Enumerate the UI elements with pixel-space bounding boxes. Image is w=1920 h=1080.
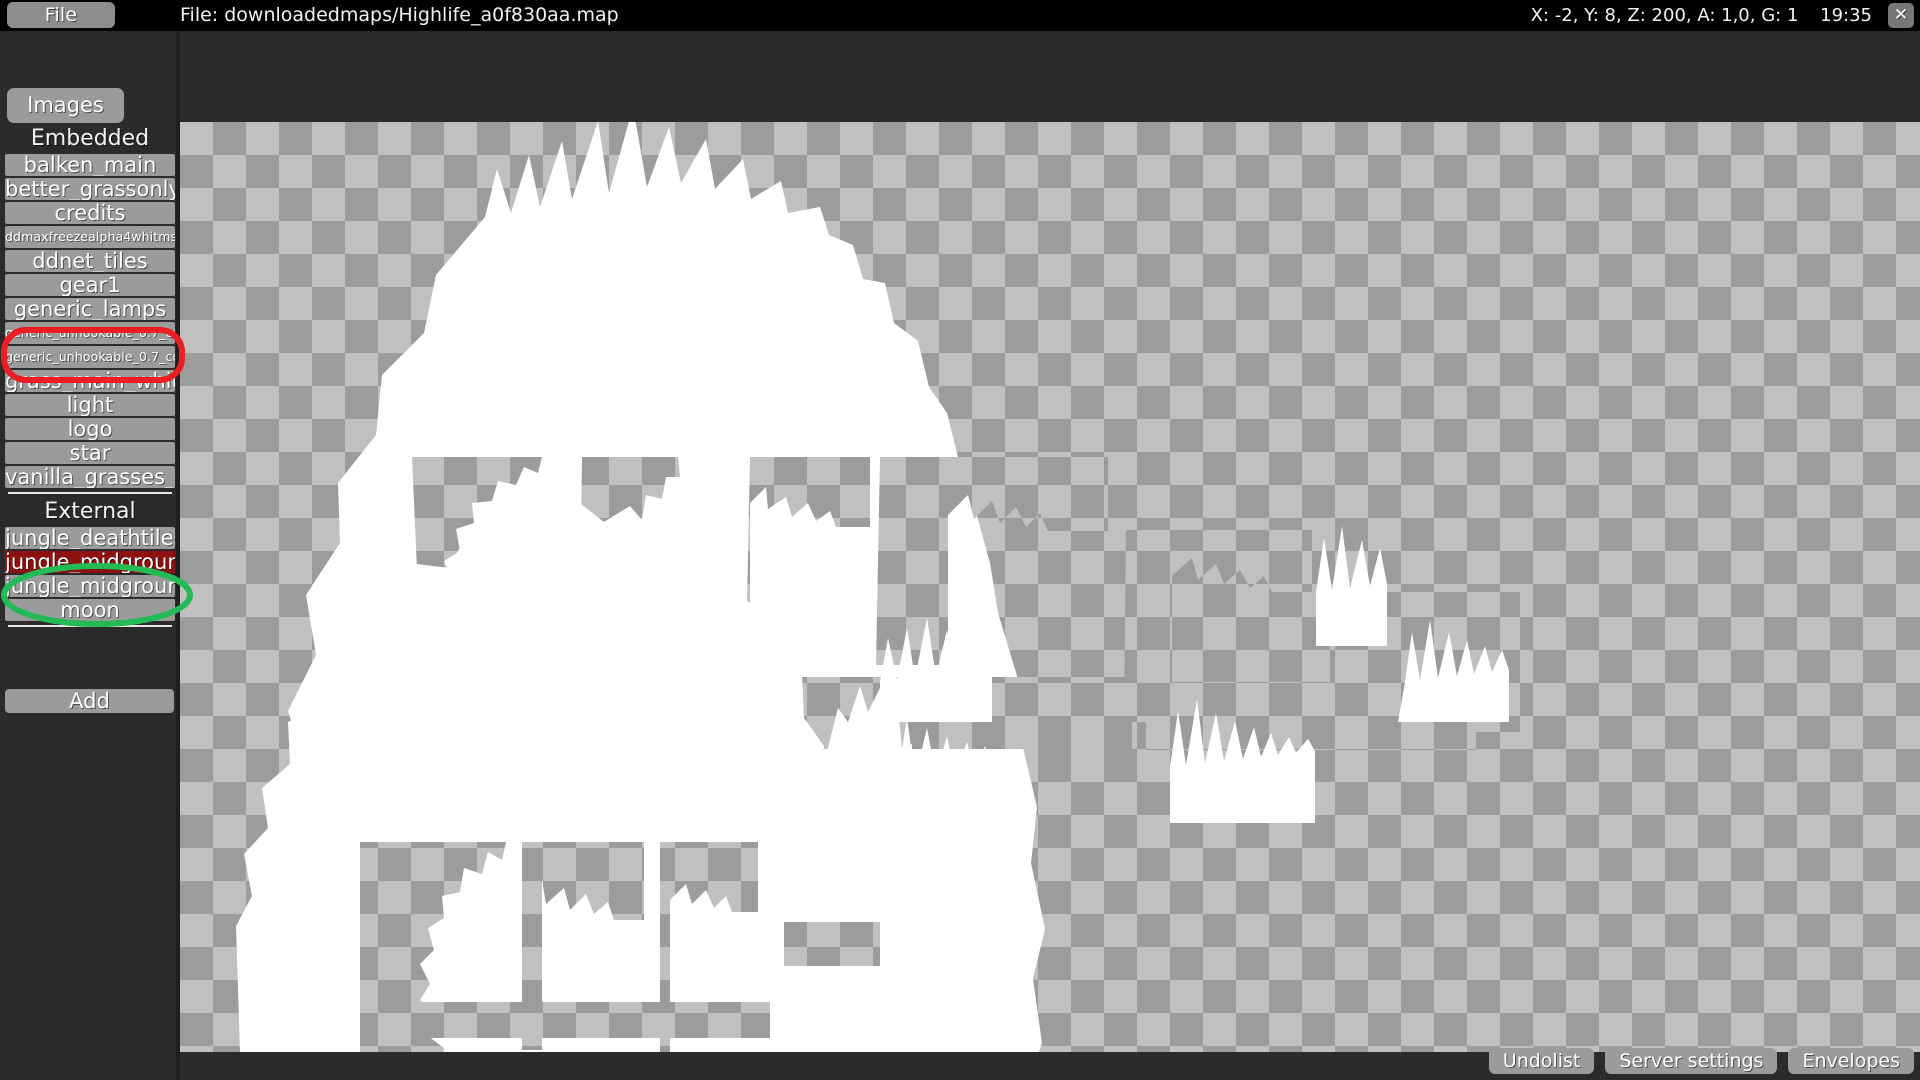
- image-list-item[interactable]: jungle_deathtiles: [5, 527, 175, 549]
- status-readout: X: -2, Y: 8, Z: 200, A: 1,0, G: 1 19:35: [1531, 3, 1872, 28]
- external-section-header: External: [44, 499, 136, 524]
- image-list-item[interactable]: better_grassonly: [5, 178, 175, 200]
- image-list-item[interactable]: moon: [5, 599, 175, 621]
- sprite-silhouette: [236, 122, 1520, 1052]
- image-list-item[interactable]: light: [5, 394, 175, 416]
- image-list-item[interactable]: grass_main_white: [5, 370, 175, 392]
- image-list-item[interactable]: generic_unhookable_0.7_contrast: [5, 346, 175, 368]
- file-menu-button[interactable]: File: [7, 2, 115, 28]
- images-panel: Images Embedded balken_main better_grasso…: [0, 31, 180, 1080]
- add-image-button[interactable]: Add: [5, 689, 174, 713]
- bottom-toolbar: Undolist Server settings Envelopes: [1488, 1048, 1914, 1074]
- image-list-item[interactable]: jungle_midground: [5, 575, 175, 597]
- image-list-item[interactable]: logo: [5, 418, 175, 440]
- image-list-item[interactable]: ddnet_tiles: [5, 250, 175, 272]
- image-list-item[interactable]: star: [5, 442, 175, 464]
- external-image-rows: jungle_deathtilesjungle_midgroundjungle_…: [0, 527, 180, 621]
- image-list-item[interactable]: ddmaxfreezealpha4whitmsywe: [5, 226, 175, 248]
- map-file-path: File: downloadedmaps/Highlife_a0f830aa.m…: [180, 4, 619, 26]
- clock: 19:35: [1820, 5, 1872, 26]
- embedded-section-header: Embedded: [30, 126, 150, 151]
- editor-window: File File: downloadedmaps/Highlife_a0f83…: [0, 0, 1920, 1080]
- top-bar: File File: downloadedmaps/Highlife_a0f83…: [0, 0, 1920, 31]
- server-settings-button[interactable]: Server settings: [1605, 1048, 1778, 1074]
- cursor-coordinates: X: -2, Y: 8, Z: 200, A: 1,0, G: 1: [1530, 5, 1799, 26]
- section-divider: [8, 492, 172, 494]
- embedded-image-rows: balken_main better_grassonly credits ddmaxf…: [0, 154, 180, 488]
- close-icon[interactable]: ✕: [1888, 3, 1914, 28]
- image-list-item[interactable]: generic_unhookable_0.7_contrast: [5, 322, 175, 344]
- image-list[interactable]: Embedded balken_main better_grassonly cred…: [0, 126, 180, 706]
- section-divider-bottom: [8, 625, 172, 627]
- image-list-item[interactable]: credits: [5, 202, 175, 224]
- image-list-item[interactable]: gear1: [5, 274, 175, 296]
- image-list-item[interactable]: balken_main: [5, 154, 175, 176]
- envelopes-button[interactable]: Envelopes: [1788, 1048, 1914, 1074]
- tab-images[interactable]: Images: [7, 88, 124, 123]
- image-list-item[interactable]: generic_lamps: [5, 298, 175, 320]
- undolist-button[interactable]: Undolist: [1488, 1048, 1595, 1074]
- texture-preview-canvas[interactable]: [180, 122, 1920, 1052]
- image-list-item[interactable]: vanilla_grasses_white: [5, 466, 175, 488]
- image-list-item[interactable]: jungle_midground: [5, 551, 175, 573]
